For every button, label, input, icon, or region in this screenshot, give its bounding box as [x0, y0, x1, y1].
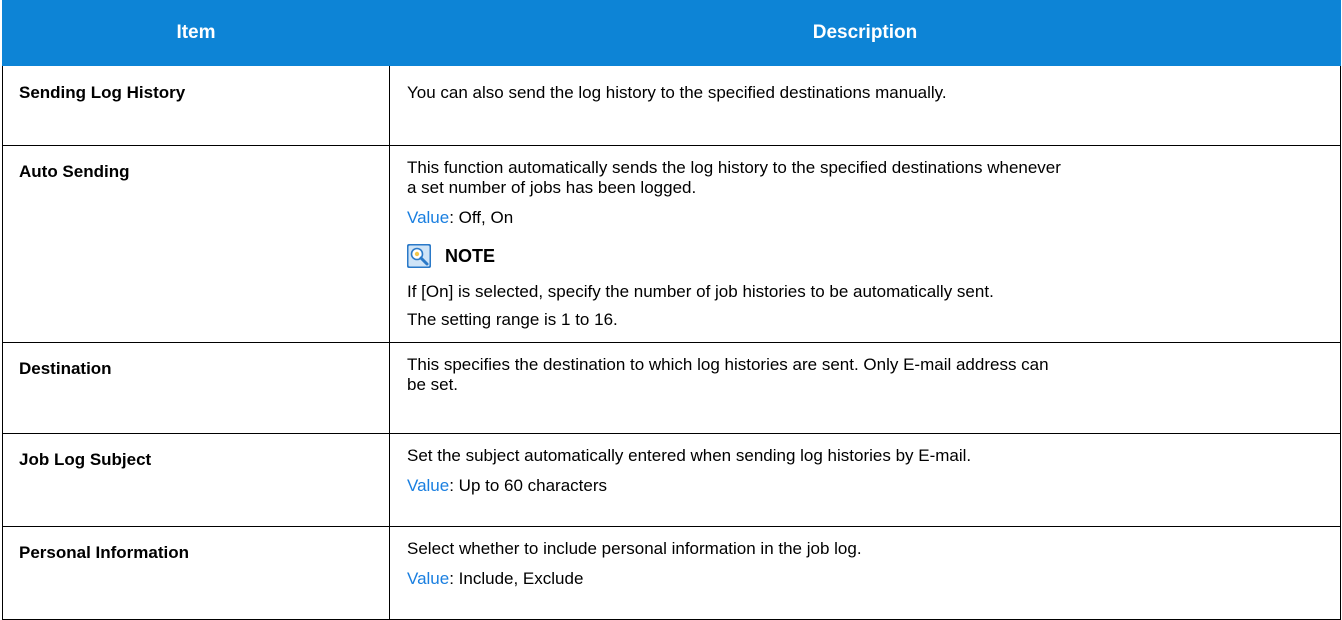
description-cell: Select whether to include personal infor…	[389, 526, 1341, 620]
table-row: Destination This specifies the destinati…	[2, 342, 1341, 434]
column-header-item: Item	[2, 0, 390, 66]
description-cell: You can also send the log history to the…	[389, 65, 1341, 146]
description-text: Select whether to include personal infor…	[407, 539, 862, 558]
value-line: Value: Up to 60 characters	[407, 476, 1316, 496]
value-text: : Up to 60 characters	[449, 476, 608, 495]
value-line: Value: Include, Exclude	[407, 569, 1316, 589]
note-icon	[407, 244, 431, 268]
description-text-line: This specifies the destination to which …	[407, 355, 1049, 374]
description-cell: Set the subject automatically entered wh…	[389, 433, 1341, 527]
table-header-row: Item Description	[2, 0, 1341, 66]
note-title: NOTE	[445, 245, 496, 266]
description-text: You can also send the log history to the…	[407, 83, 947, 102]
value-text: : Off, On	[449, 208, 514, 227]
table-row: Personal Information Select whether to i…	[2, 526, 1341, 620]
item-cell: Sending Log History	[2, 65, 390, 146]
note-text-line: If [On] is selected, specify the number …	[407, 282, 994, 301]
table-row: Auto Sending This function automatically…	[2, 145, 1341, 343]
description-text: Set the subject automatically entered wh…	[407, 446, 972, 465]
settings-table: Item Description Sending Log History You…	[2, 0, 1341, 620]
note-heading: NOTE	[407, 244, 1316, 268]
description-cell: This specifies the destination to which …	[389, 342, 1341, 434]
item-cell: Personal Information	[2, 526, 390, 620]
value-label: Value	[407, 208, 450, 227]
item-cell: Job Log Subject	[2, 433, 390, 527]
table-row: Sending Log History You can also send th…	[2, 65, 1341, 146]
table-row: Job Log Subject Set the subject automati…	[2, 433, 1341, 527]
description-text-line: a set number of jobs has been logged.	[407, 178, 697, 197]
description-cell: This function automatically sends the lo…	[389, 145, 1341, 343]
item-cell: Auto Sending	[2, 145, 390, 343]
item-cell: Destination	[2, 342, 390, 434]
value-label: Value	[407, 476, 450, 495]
value-text: : Include, Exclude	[449, 569, 584, 588]
description-text-line: be set.	[407, 375, 459, 394]
value-line: Value: Off, On	[407, 208, 1316, 228]
column-header-description: Description	[389, 0, 1341, 66]
description-text-line: This function automatically sends the lo…	[407, 158, 1061, 177]
value-label: Value	[407, 569, 450, 588]
note-text-line: The setting range is 1 to 16.	[407, 310, 618, 329]
